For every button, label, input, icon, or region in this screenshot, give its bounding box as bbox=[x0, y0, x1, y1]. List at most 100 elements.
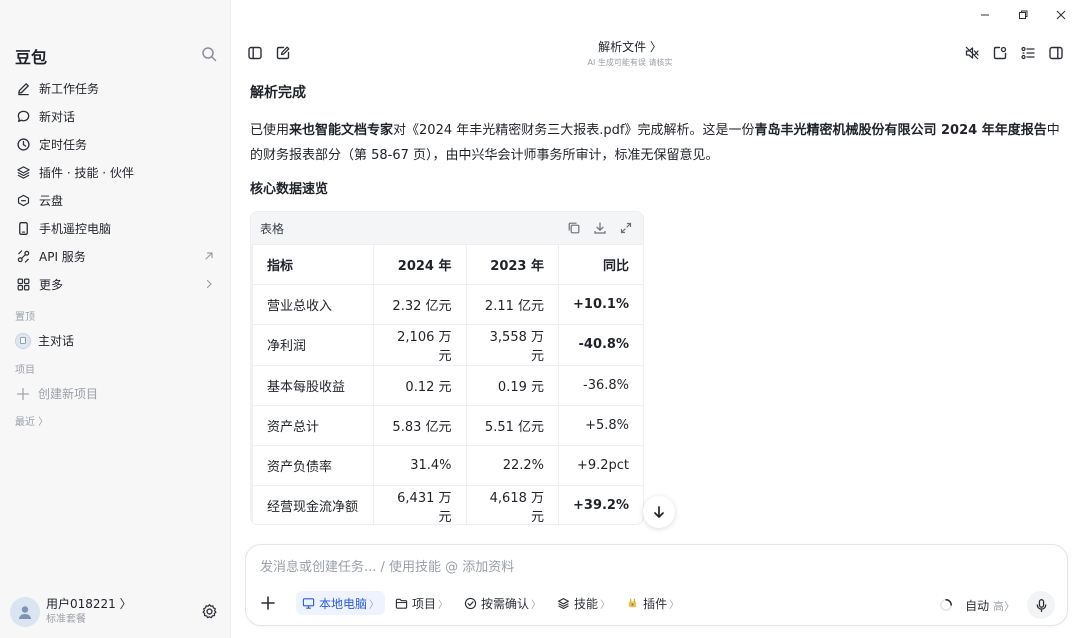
summary-text: 已使用 bbox=[250, 123, 290, 138]
sidebar-item-new-chat[interactable]: 新对话 bbox=[0, 102, 230, 130]
message-input[interactable] bbox=[260, 557, 1040, 577]
financial-data-table: 指标 2024 年 2023 年 同比 营业总收入 2.32 亿元 2.11 亿… bbox=[252, 243, 643, 524]
sidebar-item-phone-remote[interactable]: 手机遥控电脑 bbox=[0, 214, 230, 242]
check-circle-icon bbox=[464, 597, 477, 610]
local-computer-chip[interactable]: 本地电脑〉 bbox=[296, 591, 386, 615]
expand-icon[interactable] bbox=[619, 221, 633, 235]
table-cell: 31.4% bbox=[373, 444, 467, 487]
sidebar-item-plugins[interactable]: 插件 · 技能 · 伙伴 bbox=[0, 158, 230, 186]
table-cell: +9.2pct bbox=[558, 444, 643, 487]
data-table-card: 表格 指标 2024 年 2023 年 同比 营业总收入 2.32 亿元 2.1… bbox=[250, 211, 644, 525]
scroll-to-bottom-button[interactable] bbox=[643, 496, 675, 528]
conversation-title[interactable]: 解析文件 〉 bbox=[560, 38, 700, 55]
chevron-icon: 〉 bbox=[369, 599, 380, 611]
sidebar-item-new-task[interactable]: 新工作任务 bbox=[0, 74, 230, 102]
share-icon[interactable] bbox=[992, 45, 1008, 61]
app-brand: 豆包 bbox=[15, 48, 48, 67]
search-icon[interactable] bbox=[201, 46, 217, 62]
plugins-chip[interactable]: 插件〉 bbox=[620, 591, 685, 615]
ai-disclaimer: AI 生成可能有误 请核实 bbox=[587, 58, 673, 67]
message-composer: 本地电脑〉 项目〉 按需确认〉 技能〉 插件〉 自动 高〉 bbox=[245, 544, 1068, 626]
avatar bbox=[10, 597, 40, 627]
cloud-icon bbox=[16, 193, 31, 208]
composer-right-controls: 自动 高〉 bbox=[939, 591, 1055, 619]
user-name: 用户018221 〉 bbox=[46, 597, 132, 611]
microphone-icon[interactable] bbox=[1027, 591, 1055, 619]
user-profile[interactable]: 用户018221 〉 标准套餐 bbox=[10, 597, 132, 627]
table-cell: 2.11 亿元 bbox=[465, 284, 559, 326]
sidebar-item-label: 插件 · 技能 · 伙伴 bbox=[39, 165, 134, 180]
new-chat-icon[interactable] bbox=[275, 45, 291, 61]
sidebar-item-label: 手机遥控电脑 bbox=[39, 221, 112, 236]
table-cell: 6,431 万元 bbox=[373, 485, 467, 524]
pinned-section-label: 置顶 bbox=[15, 312, 35, 323]
confirm-mode-chip[interactable]: 按需确认〉 bbox=[458, 591, 547, 615]
sidebar-item-label: 新对话 bbox=[39, 109, 76, 124]
grid-icon bbox=[16, 277, 31, 292]
chat-avatar-icon bbox=[15, 332, 31, 349]
pinned-item-label: 主对话 bbox=[38, 334, 75, 348]
table-row: 净利润 2,106 万元 3,558 万元 -40.8% bbox=[252, 324, 643, 366]
restore-icon[interactable] bbox=[1004, 0, 1042, 30]
chip-label: 技能 bbox=[574, 596, 599, 611]
edit-icon bbox=[16, 81, 31, 96]
download-icon[interactable] bbox=[593, 221, 607, 235]
close-icon[interactable] bbox=[1042, 0, 1080, 30]
arrow-up-right-icon bbox=[204, 251, 214, 261]
table-cell: 0.12 元 bbox=[373, 364, 467, 406]
sidebar-toggle-icon[interactable] bbox=[247, 45, 263, 61]
sidebar: 豆包 新工作任务 新对话 定时任务 插件 · 技能 · 伙伴 云盘 手机遥控电脑 bbox=[0, 0, 231, 638]
sidebar-item-label: 云盘 bbox=[39, 193, 64, 208]
table-cell: 5.83 亿元 bbox=[373, 404, 467, 446]
layers-icon bbox=[16, 165, 31, 180]
sidebar-item-scheduled[interactable]: 定时任务 bbox=[0, 130, 230, 158]
table-cell: 2,106 万元 bbox=[373, 324, 467, 366]
table-row: 资产总计 5.83 亿元 5.51 亿元 +5.8% bbox=[252, 404, 643, 446]
result-heading: 解析完成 bbox=[250, 85, 306, 101]
table-cell: -40.8% bbox=[558, 324, 643, 366]
column-header: 同比 bbox=[558, 243, 643, 286]
table-cell: 基本每股收益 bbox=[252, 364, 374, 406]
copy-icon[interactable] bbox=[567, 221, 581, 235]
table-cell: 经营现金流净额 bbox=[252, 485, 374, 524]
skills-chip[interactable]: 技能〉 bbox=[551, 591, 616, 615]
summary-bold-company: 青岛丰光精密机械股份有限公司 2024 年年度报告 bbox=[754, 123, 1047, 138]
table-cell: 资产总计 bbox=[252, 404, 374, 446]
table-header-bar: 表格 bbox=[251, 212, 643, 244]
project-chip[interactable]: 项目〉 bbox=[389, 591, 454, 615]
summary-bold-tool: 来也智能文档专家 bbox=[289, 123, 394, 138]
mute-voice-icon[interactable] bbox=[964, 45, 980, 61]
sidebar-item-cloud[interactable]: 云盘 bbox=[0, 186, 230, 214]
settings-gear-icon[interactable] bbox=[201, 603, 218, 620]
monitor-icon bbox=[302, 597, 315, 610]
minimize-icon[interactable] bbox=[966, 0, 1004, 30]
table-cell: -36.8% bbox=[558, 364, 643, 406]
table-cell: 5.51 亿元 bbox=[465, 404, 559, 446]
column-header: 指标 bbox=[252, 243, 374, 286]
side-panel-icon[interactable] bbox=[1048, 45, 1064, 61]
composer-options: 本地电脑〉 项目〉 按需确认〉 技能〉 插件〉 bbox=[296, 591, 689, 615]
sidebar-item-more[interactable]: 更多 bbox=[0, 270, 230, 298]
table-cell: 3,558 万元 bbox=[465, 324, 559, 366]
clock-icon bbox=[16, 137, 31, 152]
add-attachment-icon[interactable] bbox=[260, 595, 276, 611]
sidebar-item-label: API 服务 bbox=[39, 249, 86, 264]
sidebar-item-api[interactable]: API 服务 bbox=[0, 242, 230, 270]
create-project-button[interactable]: 创建新项目 bbox=[16, 385, 98, 402]
plus-icon bbox=[16, 387, 30, 401]
task-list-icon[interactable] bbox=[1020, 45, 1036, 61]
plugin-icon bbox=[626, 597, 639, 610]
mode-selector[interactable]: 自动 高〉 bbox=[965, 597, 1015, 614]
mode-label: 自动 bbox=[965, 598, 990, 613]
chevron-icon: 〉 bbox=[600, 599, 611, 611]
recent-section-toggle[interactable]: 最近 〉 bbox=[15, 413, 48, 428]
column-header: 2023 年 bbox=[465, 243, 559, 286]
mode-level: 高 bbox=[993, 599, 1004, 613]
table-cell: +5.8% bbox=[558, 404, 643, 446]
folder-icon bbox=[395, 597, 408, 610]
table-cell: 资产负债率 bbox=[252, 444, 374, 487]
pinned-item-main-chat[interactable]: 主对话 bbox=[15, 332, 74, 349]
summary-paragraph: 已使用来也智能文档专家对《2024 年丰光精密财务三大报表.pdf》完成解析。这… bbox=[250, 118, 1060, 168]
arrow-down-icon bbox=[654, 506, 664, 518]
loading-spinner-icon bbox=[939, 598, 953, 612]
